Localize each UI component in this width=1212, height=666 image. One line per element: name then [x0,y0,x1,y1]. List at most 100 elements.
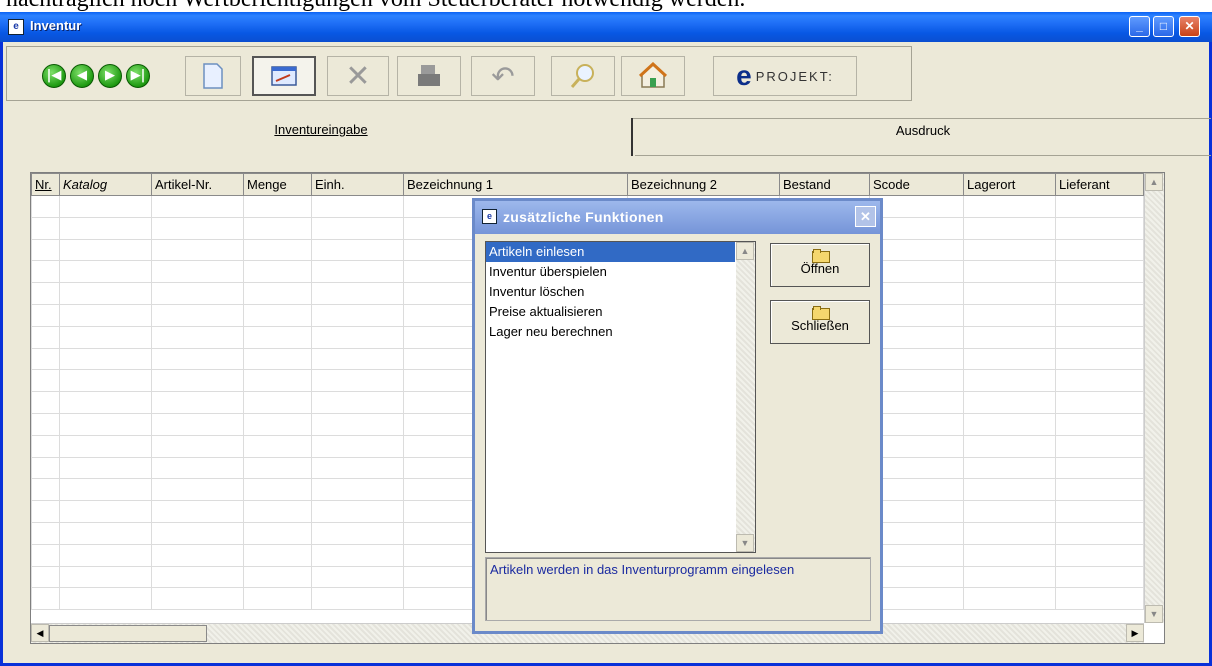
previous-record-icon[interactable]: ◀ [70,64,94,88]
table-cell[interactable] [243,543,312,567]
column-header-scode[interactable]: Scode [869,173,964,196]
table-cell[interactable] [31,369,60,393]
table-cell[interactable] [243,478,312,502]
eprojekt-button[interactable]: e PROJEKT: [713,56,857,96]
table-cell[interactable] [31,391,60,414]
table-cell[interactable] [963,325,1056,349]
table-cell[interactable] [963,565,1056,589]
list-item[interactable]: Inventur überspielen [486,262,735,282]
table-cell[interactable] [963,500,1056,523]
edit-button[interactable] [252,56,316,96]
list-item[interactable]: Preise aktualisieren [486,302,735,322]
table-cell[interactable] [151,434,244,458]
table-cell[interactable] [1055,369,1144,393]
table-cell[interactable] [243,391,312,414]
table-cell[interactable] [869,434,964,458]
table-cell[interactable] [31,216,60,240]
table-cell[interactable] [963,260,1056,284]
table-cell[interactable] [59,369,152,393]
table-cell[interactable] [151,238,244,262]
function-list[interactable]: Artikeln einlesen Inventur überspielen Inv… [485,241,756,553]
table-cell[interactable] [59,238,152,262]
table-cell[interactable] [963,587,1056,611]
horizontal-scroll-thumb[interactable] [49,625,207,642]
table-cell[interactable] [963,282,1056,305]
table-cell[interactable] [311,412,404,436]
table-cell[interactable] [151,456,244,480]
last-record-icon[interactable]: ▶| [126,64,150,88]
table-cell[interactable] [1055,543,1144,567]
table-cell[interactable] [59,216,152,240]
table-cell[interactable] [59,347,152,371]
table-cell[interactable] [1055,391,1144,414]
table-cell[interactable] [59,303,152,327]
table-cell[interactable] [243,369,312,393]
table-cell[interactable] [243,260,312,284]
table-cell[interactable] [151,282,244,305]
column-header-bezeichnung-2[interactable]: Bezeichnung 2 [627,173,780,196]
title-bar[interactable]: e Inventur _ □ ✕ [0,12,1212,42]
table-cell[interactable] [151,500,244,523]
table-cell[interactable] [151,347,244,371]
scroll-right-icon[interactable]: ▶ [1126,624,1144,642]
tab-inventureingabe[interactable]: Inventureingabe [11,118,633,156]
search-button[interactable] [551,56,615,96]
list-item[interactable]: Inventur löschen [486,282,735,302]
table-cell[interactable] [31,543,60,567]
table-cell[interactable] [869,587,964,611]
table-cell[interactable] [963,456,1056,480]
table-cell[interactable] [869,347,964,371]
table-cell[interactable] [1055,216,1144,240]
table-cell[interactable] [151,565,244,589]
table-cell[interactable] [151,216,244,240]
table-cell[interactable] [243,347,312,371]
table-cell[interactable] [1055,456,1144,480]
table-cell[interactable] [311,391,404,414]
column-header-lagerort[interactable]: Lagerort [963,173,1056,196]
table-cell[interactable] [869,238,964,262]
table-cell[interactable] [1055,521,1144,545]
table-cell[interactable] [869,500,964,523]
table-cell[interactable] [151,521,244,545]
table-cell[interactable] [1055,478,1144,502]
table-cell[interactable] [31,565,60,589]
table-cell[interactable] [869,195,964,218]
table-cell[interactable] [869,543,964,567]
column-header-katalog[interactable]: Katalog [59,173,152,196]
table-cell[interactable] [31,456,60,480]
first-record-icon[interactable]: |◀ [42,64,66,88]
table-cell[interactable] [869,478,964,502]
table-cell[interactable] [1055,238,1144,262]
column-header-bestand[interactable]: Bestand [779,173,870,196]
dialog-title-bar[interactable]: e zusätzliche Funktionen ✕ [475,201,880,234]
table-cell[interactable] [243,412,312,436]
table-cell[interactable] [151,412,244,436]
table-cell[interactable] [963,347,1056,371]
table-cell[interactable] [869,412,964,436]
table-cell[interactable] [31,434,60,458]
table-cell[interactable] [59,587,152,611]
table-cell[interactable] [311,282,404,305]
table-cell[interactable] [1055,195,1144,218]
table-cell[interactable] [869,456,964,480]
new-button[interactable] [185,56,241,96]
column-header-einh[interactable]: Einh. [311,173,404,196]
table-cell[interactable] [963,303,1056,327]
column-header-lieferant[interactable]: Lieferant [1055,173,1144,196]
table-cell[interactable] [311,238,404,262]
table-cell[interactable] [963,412,1056,436]
table-cell[interactable] [31,500,60,523]
table-cell[interactable] [869,303,964,327]
table-cell[interactable] [151,369,244,393]
table-cell[interactable] [311,260,404,284]
table-cell[interactable] [869,521,964,545]
table-cell[interactable] [311,303,404,327]
table-cell[interactable] [31,521,60,545]
table-cell[interactable] [243,216,312,240]
table-cell[interactable] [31,260,60,284]
table-cell[interactable] [963,216,1056,240]
table-cell[interactable] [151,478,244,502]
table-cell[interactable] [243,565,312,589]
table-cell[interactable] [59,282,152,305]
table-cell[interactable] [59,391,152,414]
